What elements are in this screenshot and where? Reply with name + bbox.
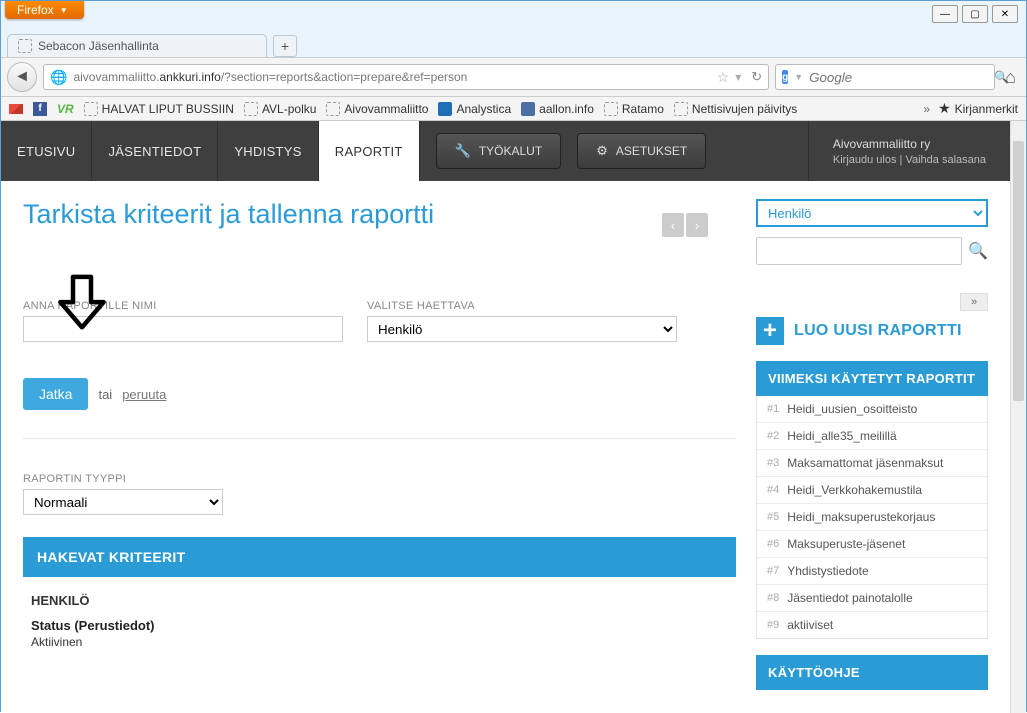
bookmark-item[interactable]: HALVAT LIPUT BUSSIIN bbox=[84, 102, 234, 116]
recent-reports-list: #1Heidi_uusien_osoitteisto #2Heidi_alle3… bbox=[756, 396, 988, 639]
nav-tyokalut-button[interactable]: 🔧TYÖKALUT bbox=[436, 133, 562, 169]
new-report-button[interactable]: + LUO UUSI RAPORTTI bbox=[756, 317, 988, 345]
top-nav: ETUSIVU JÄSENTIEDOT YHDISTYS RAPORTIT 🔧T… bbox=[1, 121, 1010, 181]
facebook-icon: f bbox=[33, 102, 47, 116]
vr-icon: VR bbox=[57, 102, 74, 116]
generic-favicon bbox=[244, 102, 258, 116]
browser-tab[interactable]: Sebacon Jäsenhallinta bbox=[7, 34, 267, 57]
recent-report-item[interactable]: #9aktiiviset bbox=[757, 612, 987, 638]
search-dropdown-icon[interactable]: ▼ bbox=[794, 72, 803, 82]
recent-report-item[interactable]: #3Maksamattomat jäsenmaksut bbox=[757, 450, 987, 477]
bookmark-item[interactable]: AVL-polku bbox=[244, 102, 316, 116]
recent-report-item[interactable]: #2Heidi_alle35_meilillä bbox=[757, 423, 987, 450]
generic-favicon bbox=[604, 102, 618, 116]
reload-icon[interactable]: ↻ bbox=[751, 69, 762, 85]
dropdown-icon[interactable]: ▾ bbox=[735, 70, 741, 84]
google-icon: g bbox=[782, 70, 788, 84]
bookmark-item[interactable]: Nettisivujen päivitys bbox=[674, 102, 797, 116]
change-password-link[interactable]: Vaihda salasana bbox=[905, 154, 986, 166]
nav-etusivu[interactable]: ETUSIVU bbox=[1, 121, 92, 181]
pager-prev-button[interactable]: ‹ bbox=[662, 213, 684, 237]
star-icon: ★ bbox=[938, 100, 951, 117]
report-type-label: RAPORTIN TYYPPI bbox=[23, 473, 736, 485]
bookmark-overflow-icon[interactable]: » bbox=[923, 102, 930, 116]
criteria-section-title: HENKILÖ bbox=[31, 593, 728, 608]
cancel-link[interactable]: peruuta bbox=[122, 387, 166, 402]
page-title: Tarkista kriteerit ja tallenna raportti bbox=[23, 199, 736, 230]
target-label: VALITSE HAETTAVA bbox=[367, 300, 677, 312]
gmail-icon bbox=[9, 104, 23, 114]
target-select[interactable]: Henkilö bbox=[367, 316, 677, 342]
browser-search-box[interactable]: g ▼ 🔍 bbox=[775, 64, 995, 90]
tab-favicon bbox=[18, 39, 32, 53]
tab-title: Sebacon Jäsenhallinta bbox=[38, 39, 159, 53]
recent-report-item[interactable]: #7Yhdistystiedote bbox=[757, 558, 987, 585]
home-icon[interactable]: ⌂ bbox=[1001, 67, 1020, 88]
bookmark-item[interactable]: Analystica bbox=[438, 102, 511, 116]
wrench-icon: 🔧 bbox=[455, 143, 471, 159]
firefox-menu-button[interactable]: Firefox▼ bbox=[5, 1, 84, 19]
recent-reports-header: VIIMEKSI KÄYTETYT RAPORTIT bbox=[756, 361, 988, 396]
bookmark-star-icon[interactable]: ☆ bbox=[717, 69, 730, 86]
nav-raportit[interactable]: RAPORTIT bbox=[319, 121, 420, 181]
analystica-icon bbox=[438, 102, 452, 116]
window-close-button[interactable]: ✕ bbox=[992, 5, 1018, 23]
recent-report-item[interactable]: #8Jäsentiedot painotalolle bbox=[757, 585, 987, 612]
bookmark-gmail[interactable] bbox=[9, 104, 23, 114]
guide-header: KÄYTTÖOHJE bbox=[756, 655, 988, 690]
criteria-header: HAKEVAT KRITEERIT bbox=[23, 537, 736, 577]
bookmark-item[interactable]: Ratamo bbox=[604, 102, 664, 116]
org-name: Aivovammaliitto ry bbox=[833, 137, 986, 151]
nav-yhdistys[interactable]: YHDISTYS bbox=[218, 121, 318, 181]
window-minimize-button[interactable]: — bbox=[932, 5, 958, 23]
annotation-arrow-icon bbox=[55, 273, 109, 336]
bookmark-facebook[interactable]: f bbox=[33, 102, 47, 116]
aallon-icon bbox=[521, 102, 535, 116]
recent-report-item[interactable]: #4Heidi_Verkkohakemustila bbox=[757, 477, 987, 504]
criteria-key: Status (Perustiedot) bbox=[31, 618, 728, 633]
generic-favicon bbox=[674, 102, 688, 116]
url-text: aivovammaliitto.ankkuri.info/?section=re… bbox=[73, 70, 467, 84]
new-tab-button[interactable]: + bbox=[273, 35, 297, 57]
continue-button[interactable]: Jatka bbox=[23, 378, 88, 410]
nav-jasentiedot[interactable]: JÄSENTIEDOT bbox=[92, 121, 218, 181]
entity-select[interactable]: Henkilö bbox=[756, 199, 988, 227]
plus-icon: + bbox=[756, 317, 784, 345]
nav-back-button[interactable]: ◄ bbox=[7, 62, 37, 92]
bookmark-vr[interactable]: VR bbox=[57, 102, 74, 116]
or-text: tai bbox=[98, 387, 112, 402]
side-search-input[interactable] bbox=[756, 237, 962, 265]
window-maximize-button[interactable]: ▢ bbox=[962, 5, 988, 23]
pager-next-button[interactable]: › bbox=[686, 213, 708, 237]
generic-favicon bbox=[84, 102, 98, 116]
logout-link[interactable]: Kirjaudu ulos bbox=[833, 154, 897, 166]
gear-icon: ⚙ bbox=[596, 143, 608, 159]
bookmark-bar: f VR HALVAT LIPUT BUSSIIN AVL-polku Aivo… bbox=[1, 97, 1026, 121]
criteria-value: Aktiivinen bbox=[31, 635, 728, 649]
search-input[interactable] bbox=[809, 70, 988, 85]
side-search-icon[interactable]: 🔍 bbox=[968, 241, 988, 261]
collapse-button[interactable]: » bbox=[960, 293, 988, 311]
nav-asetukset-button[interactable]: ⚙ASETUKSET bbox=[577, 133, 706, 169]
globe-icon: 🌐 bbox=[50, 69, 67, 86]
generic-favicon bbox=[326, 102, 340, 116]
bookmarks-menu[interactable]: ★Kirjanmerkit bbox=[938, 100, 1018, 117]
recent-report-item[interactable]: #1Heidi_uusien_osoitteisto bbox=[757, 396, 987, 423]
vertical-scrollbar[interactable] bbox=[1010, 121, 1026, 713]
user-panel: Aivovammaliitto ry Kirjaudu ulos | Vaihd… bbox=[808, 121, 1010, 181]
recent-report-item[interactable]: #6Maksuperuste-jäsenet bbox=[757, 531, 987, 558]
bookmark-item[interactable]: Aivovammaliitto bbox=[326, 102, 428, 116]
recent-report-item[interactable]: #5Heidi_maksuperustekorjaus bbox=[757, 504, 987, 531]
bookmark-item[interactable]: aallon.info bbox=[521, 102, 594, 116]
report-type-select[interactable]: Normaali bbox=[23, 489, 223, 515]
url-bar[interactable]: 🌐 aivovammaliitto.ankkuri.info/?section=… bbox=[43, 64, 769, 90]
